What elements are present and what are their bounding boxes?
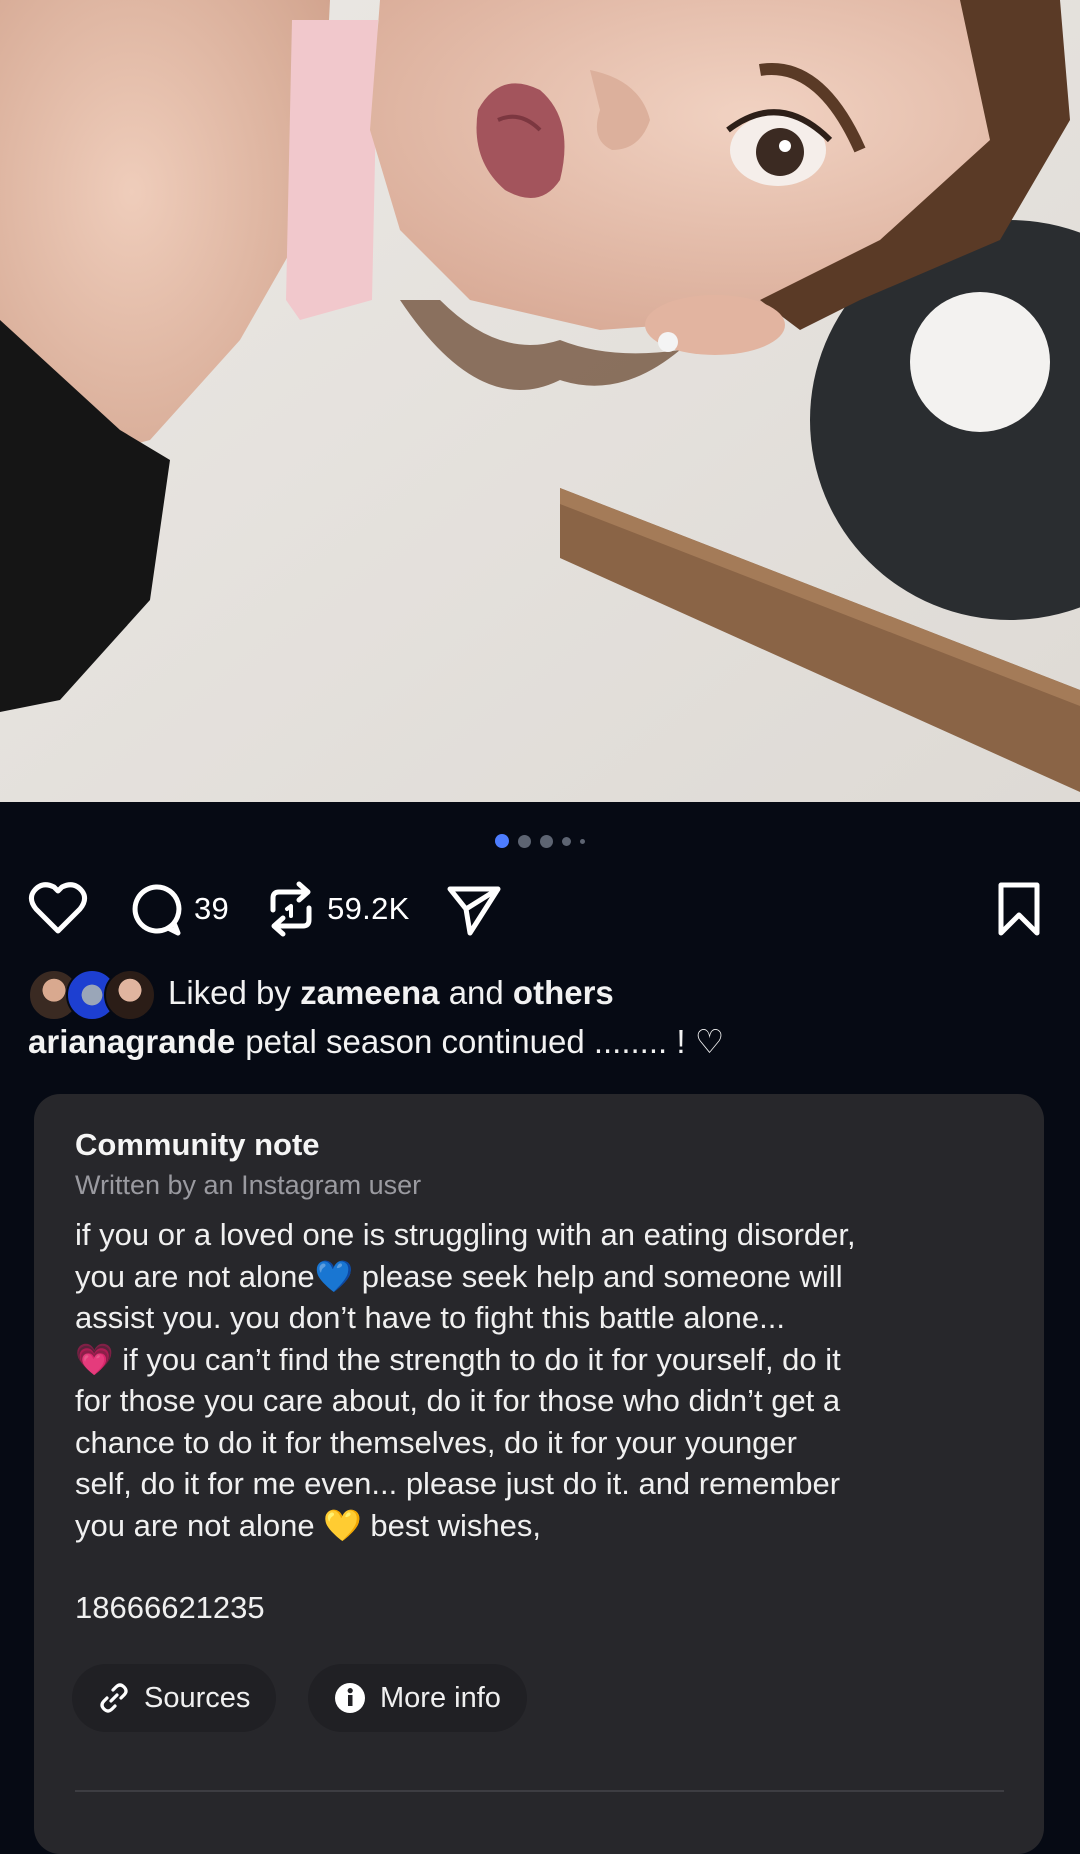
heart-icon (28, 882, 88, 934)
like-button[interactable] (28, 881, 88, 937)
sources-button[interactable]: Sources (72, 1664, 277, 1732)
divider (75, 1790, 1004, 1792)
community-note-subtitle: Written by an Instagram user (75, 1170, 422, 1200)
repost-button[interactable]: 59.2K (265, 880, 410, 938)
carousel-dot (562, 836, 571, 846)
save-button[interactable] (996, 881, 1042, 937)
carousel-indicator (0, 834, 1080, 848)
post-action-bar: 39 59.2K (28, 878, 1042, 940)
liked-by-avatars (28, 967, 156, 1021)
link-icon (100, 1683, 128, 1713)
more-info-button[interactable]: More info (308, 1664, 527, 1732)
share-button[interactable] (446, 881, 502, 937)
repost-icon (270, 881, 312, 937)
info-icon (335, 1683, 365, 1713)
carousel-dot (540, 834, 553, 848)
carousel-dot-active (495, 834, 509, 848)
bookmark-icon (998, 882, 1040, 936)
post-caption: arianagrande petal season continued ....… (28, 1022, 724, 1061)
post-photo[interactable] (0, 0, 1080, 802)
carousel-dot (580, 838, 585, 844)
share-icon (447, 886, 501, 936)
comments-count: 39 (194, 891, 230, 926)
liked-by-text: Liked by zameena and others (168, 974, 614, 1011)
reposts-count: 59.2K (327, 891, 410, 926)
sources-label: Sources (144, 1681, 251, 1714)
comment-icon (132, 884, 182, 936)
community-note-title: Community note (75, 1127, 320, 1162)
community-note-body: if you or a loved one is struggling with… (75, 1217, 856, 1543)
community-note-phone[interactable]: 18666621235 (75, 1590, 265, 1626)
caption-username[interactable]: arianagrande (28, 1023, 235, 1061)
avatar (104, 969, 156, 1021)
community-note-card: Community note Written by an Instagram u… (34, 1094, 1044, 1854)
caption-text: petal season continued ........ ! ♡ (245, 1023, 725, 1060)
post-photo-image (0, 0, 1080, 802)
more-info-label: More info (380, 1681, 501, 1714)
comment-button[interactable]: 39 (128, 881, 229, 937)
carousel-dot (518, 834, 531, 848)
liked-by-row[interactable]: Liked by zameena and others (28, 965, 614, 1021)
